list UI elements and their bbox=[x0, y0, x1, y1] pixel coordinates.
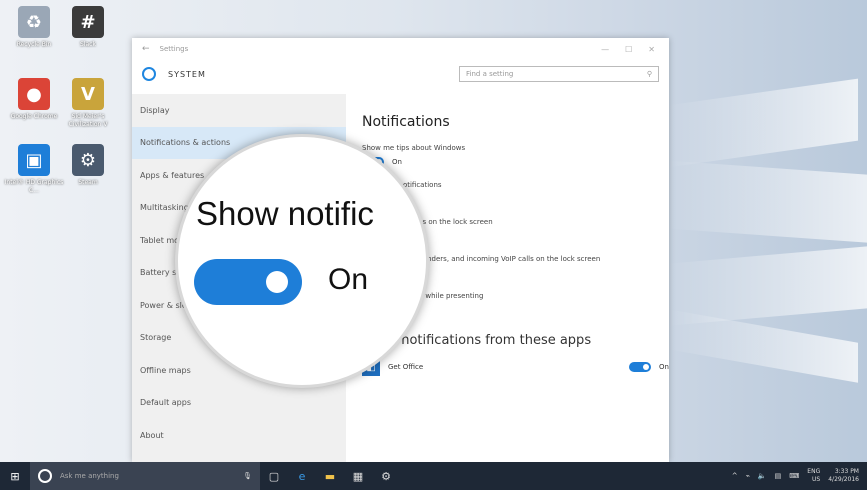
app-name: Get Office bbox=[388, 363, 424, 371]
lang: ENG bbox=[807, 468, 821, 475]
clock-time: 3:33 PM bbox=[834, 468, 859, 475]
toggle-state: On bbox=[659, 363, 669, 371]
magnifier-callout: Show notific On bbox=[175, 134, 429, 388]
search-icon: ⚲ bbox=[646, 70, 652, 78]
volume-icon[interactable]: 🔈 bbox=[758, 472, 767, 480]
setting-label: Show app notifications bbox=[362, 181, 442, 189]
get-office-toggle[interactable] bbox=[629, 362, 652, 372]
desktop-icon-label: Slack bbox=[80, 41, 96, 48]
settings-gear-icon[interactable]: ⚙ bbox=[372, 470, 400, 483]
section-title: SYSTEM bbox=[168, 69, 206, 79]
microphone-icon[interactable]: 🎙 bbox=[243, 472, 252, 480]
nav-item-default-apps[interactable]: Default apps bbox=[132, 387, 346, 420]
action-center-icon[interactable]: ▤ bbox=[775, 472, 782, 480]
magnified-label: Show notific bbox=[196, 195, 374, 232]
keyboard-icon[interactable]: ⌨ bbox=[789, 472, 799, 480]
search-placeholder: Find a setting bbox=[466, 70, 514, 78]
page-title: Notifications bbox=[362, 114, 450, 130]
cortana-search-box[interactable]: Ask me anything 🎙 bbox=[30, 462, 260, 490]
store-icon[interactable]: ▦ bbox=[344, 470, 372, 483]
steam-icon: ⚙ bbox=[72, 144, 104, 176]
desktop-icon-slack[interactable]: # Slack bbox=[56, 6, 120, 49]
cortana-icon bbox=[38, 469, 52, 483]
chrome-icon: ● bbox=[18, 78, 50, 110]
cortana-placeholder: Ask me anything bbox=[60, 472, 119, 480]
desktop-icon-label: Sid Meier's Civilization V bbox=[68, 113, 108, 128]
magnified-state: On bbox=[328, 263, 369, 296]
minimize-button[interactable]: — bbox=[601, 45, 609, 54]
windows-start-icon[interactable]: ⊞ bbox=[0, 470, 30, 483]
window-title: Settings bbox=[159, 45, 189, 53]
nav-item-display[interactable]: Display bbox=[132, 94, 346, 127]
chevron-up-icon[interactable]: ^ bbox=[732, 472, 738, 480]
setting-label: Show me tips about Windows bbox=[362, 144, 466, 152]
wallpaper-beam bbox=[668, 160, 867, 244]
system-tray: ^ ⌁ 🔈 ▤ ⌨ ENG US 3:33 PM 4/29/2016 bbox=[732, 468, 867, 484]
desktop-icon-label: Steam bbox=[78, 179, 98, 186]
magnified-toggle bbox=[194, 259, 302, 305]
search-input[interactable]: Find a setting ⚲ bbox=[459, 66, 659, 82]
file-explorer-icon[interactable]: ▬ bbox=[316, 470, 344, 483]
back-arrow-icon[interactable]: ← bbox=[142, 44, 150, 54]
language-indicator[interactable]: ENG US bbox=[807, 468, 820, 484]
edge-browser-icon[interactable]: e bbox=[288, 470, 316, 483]
clock[interactable]: 3:33 PM 4/29/2016 bbox=[828, 468, 859, 484]
civilization-icon: V bbox=[72, 78, 104, 110]
toggle-state: On bbox=[392, 158, 402, 166]
slack-icon: # bbox=[72, 6, 104, 38]
wallpaper-beam bbox=[668, 78, 858, 168]
network-icon[interactable]: ⌁ bbox=[746, 472, 750, 480]
gear-icon bbox=[142, 67, 156, 81]
maximize-button[interactable]: ☐ bbox=[625, 45, 632, 54]
region: US bbox=[812, 476, 821, 483]
desktop-icon-steam[interactable]: ⚙ Steam bbox=[56, 144, 120, 187]
intel-graphics-icon: ▣ bbox=[18, 144, 50, 176]
title-bar: ← Settings — ☐ ✕ bbox=[132, 38, 669, 60]
task-view-icon[interactable]: ▢ bbox=[260, 470, 288, 483]
taskbar: ⊞ Ask me anything 🎙 ▢ e ▬ ▦ ⚙ ^ ⌁ 🔈 ▤ ⌨ … bbox=[0, 462, 867, 490]
clock-date: 4/29/2016 bbox=[828, 476, 859, 483]
nav-item-about[interactable]: About bbox=[132, 419, 346, 452]
settings-header: SYSTEM Find a setting ⚲ bbox=[132, 60, 669, 88]
recycle-bin-icon: ♻ bbox=[18, 6, 50, 38]
desktop-icon-civilization[interactable]: V Sid Meier's Civilization V bbox=[56, 78, 120, 129]
close-button[interactable]: ✕ bbox=[648, 45, 655, 54]
apps-heading: Show notifications from these apps bbox=[362, 333, 592, 348]
wallpaper-beam bbox=[668, 309, 858, 383]
app-row: ◧ Get Office On bbox=[362, 358, 669, 376]
